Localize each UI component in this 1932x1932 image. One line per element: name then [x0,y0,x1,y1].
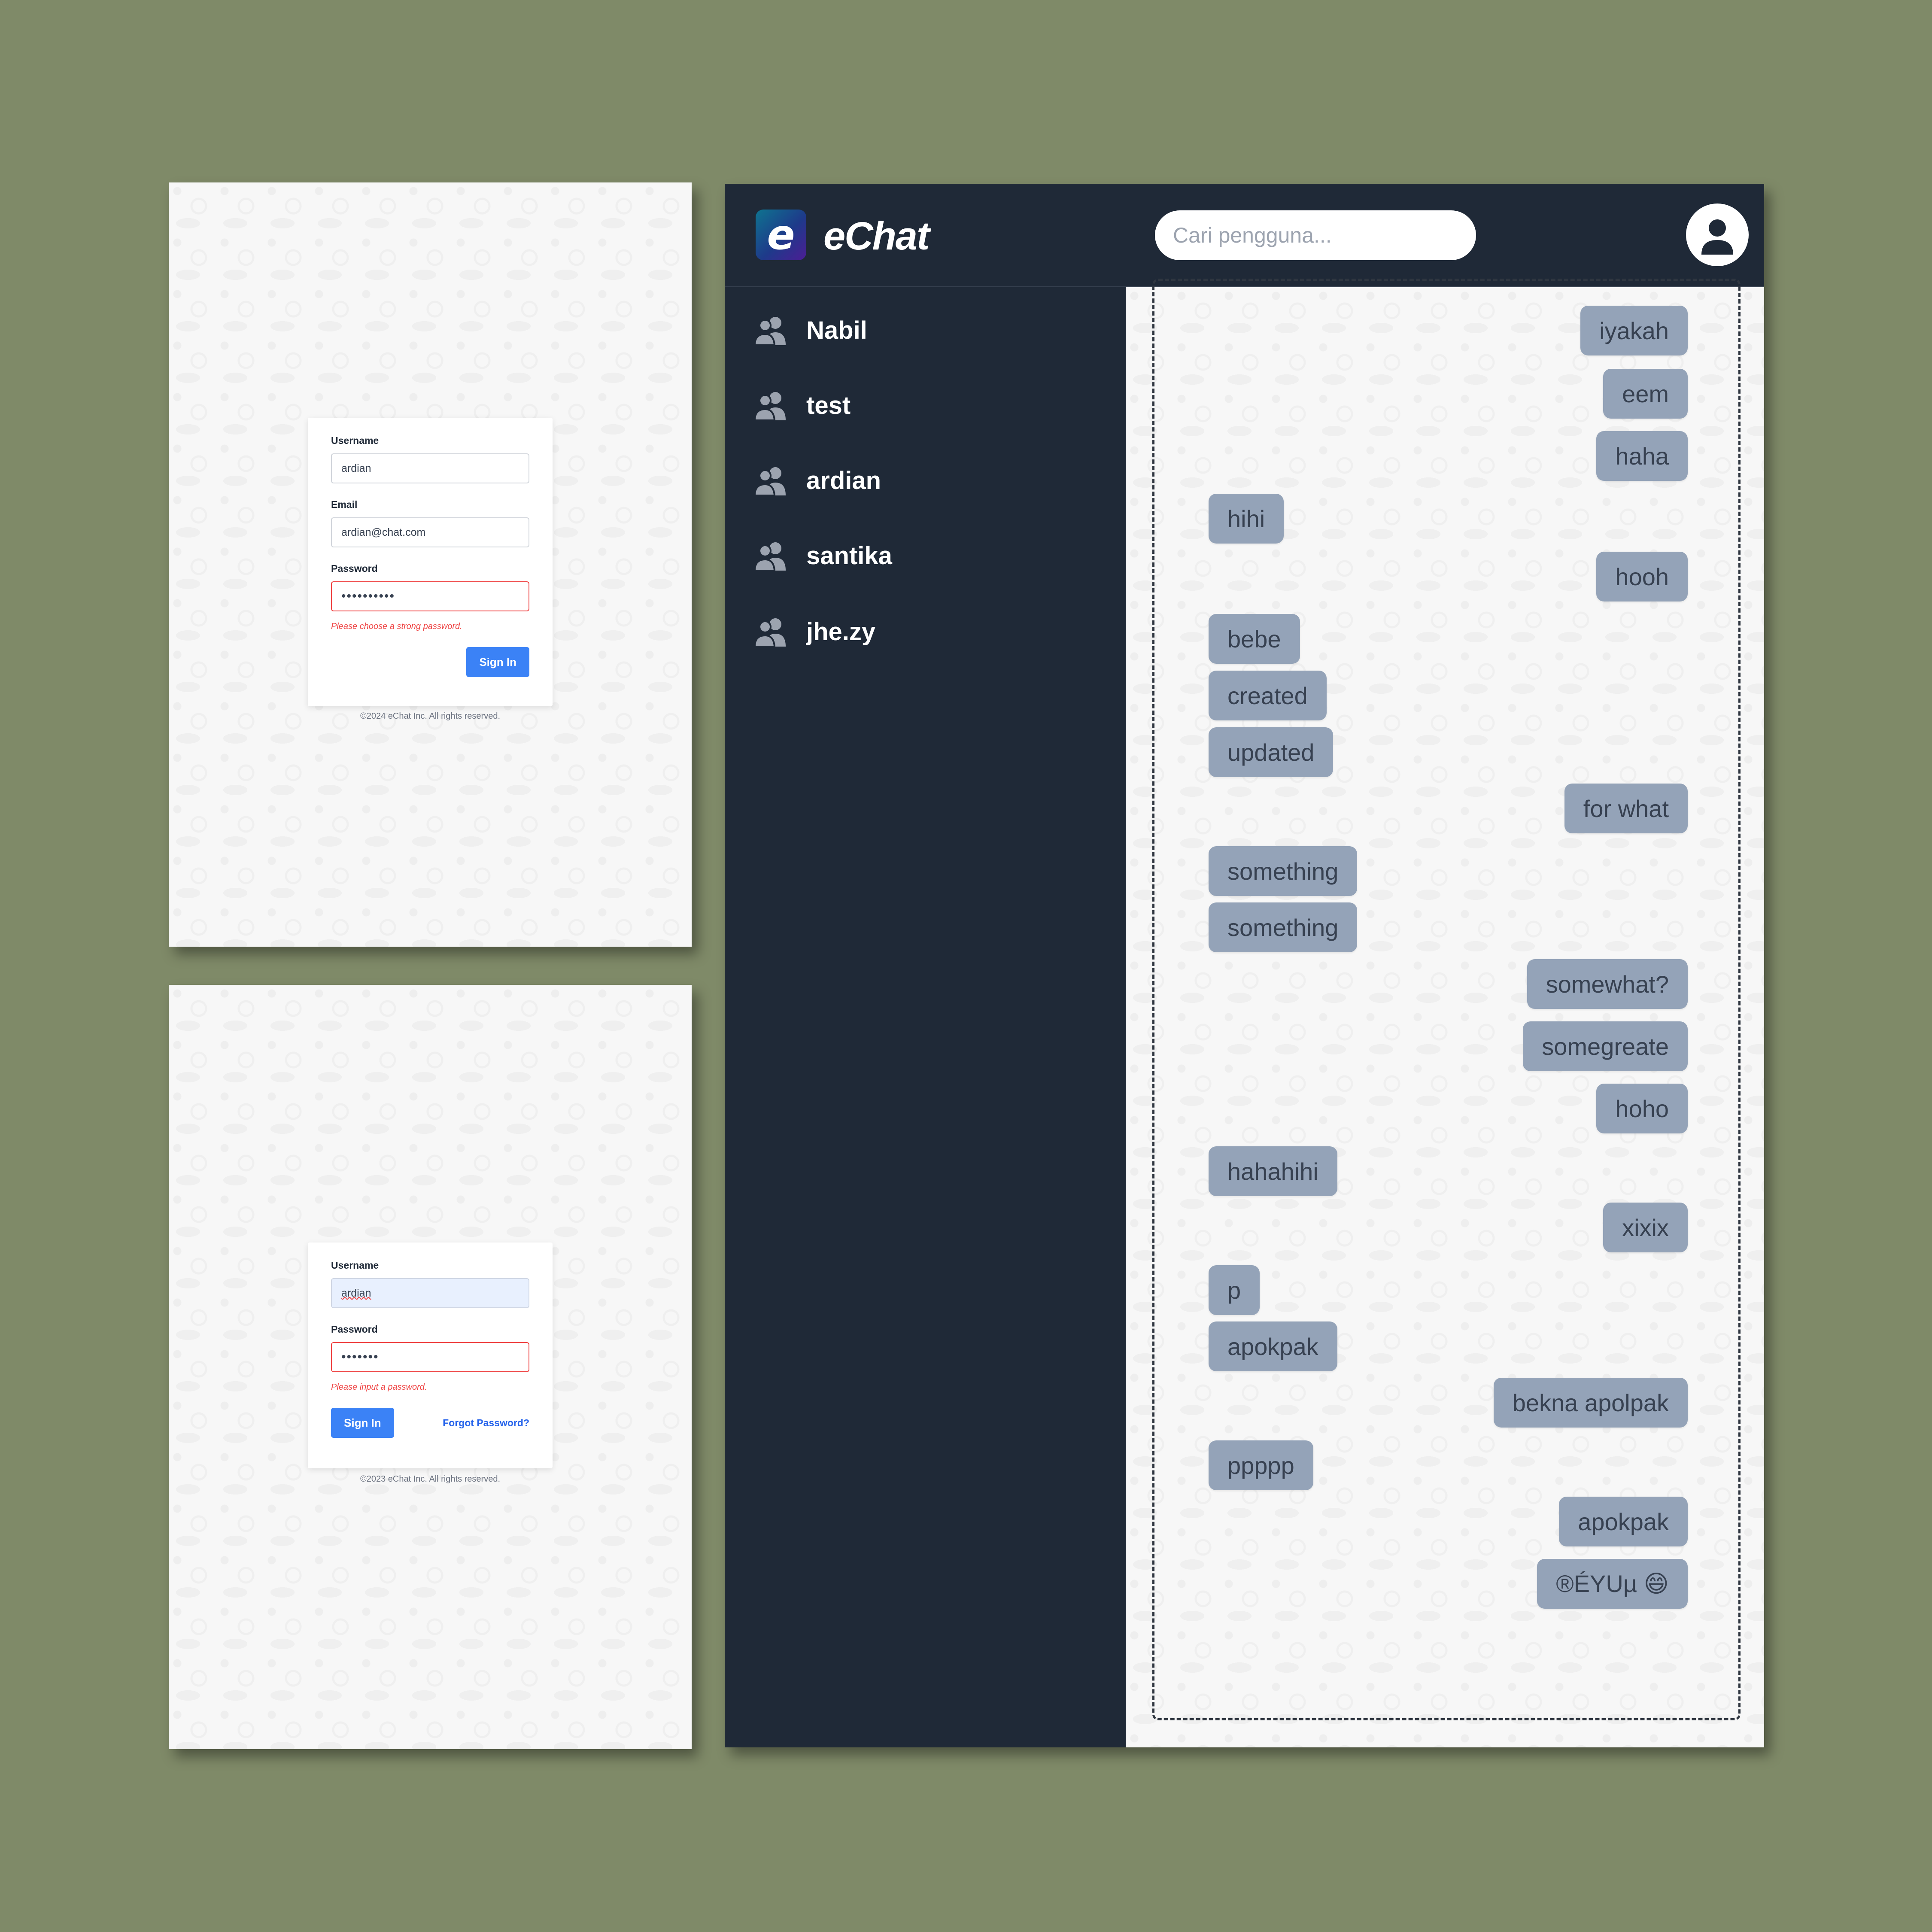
received-message: bebe [1209,614,1300,664]
login-card: Username ardian Password ••••••• Please … [308,1242,553,1468]
login-screen: Username ardian Password ••••••• Please … [169,985,692,1749]
password-value: ••••••• [341,1350,379,1364]
register-actions: Sign In [331,647,529,677]
users-icon [755,618,786,647]
contact-name: jhe.zy [806,617,876,646]
sign-in-button[interactable]: Sign In [331,1408,394,1438]
password-error: Please input a password. [331,1382,427,1392]
echat-logo-icon: e [756,210,806,260]
received-message: created [1209,671,1327,720]
top-navbar: e eChat [725,184,1764,287]
sent-message: haha [1596,431,1688,481]
users-icon [755,467,786,495]
contact-item[interactable]: ardian [755,459,881,502]
sent-message: eem [1603,369,1688,419]
username-field[interactable]: ardian [331,453,529,483]
chat-panel: iyakah eem haha hihi hooh bebe created updated f… [1126,279,1764,1747]
contact-item[interactable]: santika [755,534,892,577]
sent-message: apokpak [1559,1497,1688,1546]
sent-message: hooh [1596,552,1688,601]
chat-messages-area: iyakah eem haha hihi hooh bebe created updated f… [1152,279,1741,1720]
received-message: p [1209,1265,1260,1315]
contacts-sidebar: Nabil test ardian santika jhe.zy [725,287,1126,1747]
password-label: Password [331,1324,378,1335]
contact-name: test [806,391,851,419]
email-value: ardian@chat.com [341,526,426,538]
received-message: updated [1209,727,1334,777]
contact-item[interactable]: test [755,384,851,427]
received-message: hahahihi [1209,1146,1337,1196]
password-field[interactable]: •••••••••• [331,581,529,611]
contact-name: ardian [806,466,881,495]
password-label: Password [331,563,378,574]
username-label: Username [331,435,379,446]
sent-message: bekna apolpak [1493,1378,1688,1428]
users-icon [755,542,786,571]
sent-message: somegreate [1523,1021,1688,1071]
received-message: something [1209,846,1358,896]
contact-item[interactable]: Nabil [755,309,867,352]
sent-message: xixix [1603,1203,1688,1252]
copyright: ©2023 eChat Inc. All rights reserved. [360,1474,500,1484]
password-value: •••••••••• [341,589,395,603]
login-actions: Sign In Forgot Password? [331,1408,529,1438]
received-message: something [1209,902,1358,952]
sent-message: iyakah [1580,306,1688,355]
username-value: ardian [341,462,371,474]
users-icon [755,392,786,420]
username-label: Username [331,1260,379,1271]
chat-app: e eChat Nabil test ardian santika jhe.zy iya… [725,184,1764,1747]
email-label: Email [331,499,358,510]
sent-message: hoho [1596,1084,1688,1133]
sent-message: ®ÉYUµ 😄 [1537,1559,1688,1609]
user-circle-icon [1701,219,1733,255]
sent-message: somewhat? [1527,959,1688,1009]
users-icon [755,317,786,345]
register-card: Username ardian Email ardian@chat.com Pa… [308,418,553,706]
received-message: hihi [1209,494,1284,544]
username-value: ardian [341,1287,371,1299]
brand-name: eChat [823,214,930,258]
search-user-input[interactable] [1155,210,1476,260]
email-field[interactable]: ardian@chat.com [331,517,529,547]
contact-name: santika [806,541,892,570]
password-error: Please choose a strong password. [331,622,462,631]
copyright: ©2024 eChat Inc. All rights reserved. [360,711,500,721]
password-field[interactable]: ••••••• [331,1342,529,1372]
username-field[interactable]: ardian [331,1278,529,1308]
sign-in-button[interactable]: Sign In [466,647,529,677]
received-message: ppppp [1209,1440,1313,1490]
received-message: apokpak [1209,1321,1337,1371]
contact-name: Nabil [806,316,867,344]
sent-message: for what [1564,784,1688,833]
register-screen: Username ardian Email ardian@chat.com Pa… [169,182,692,947]
user-avatar-button[interactable] [1686,204,1749,266]
forgot-password-link[interactable]: Forgot Password? [443,1417,529,1429]
contact-item[interactable]: jhe.zy [755,610,875,653]
